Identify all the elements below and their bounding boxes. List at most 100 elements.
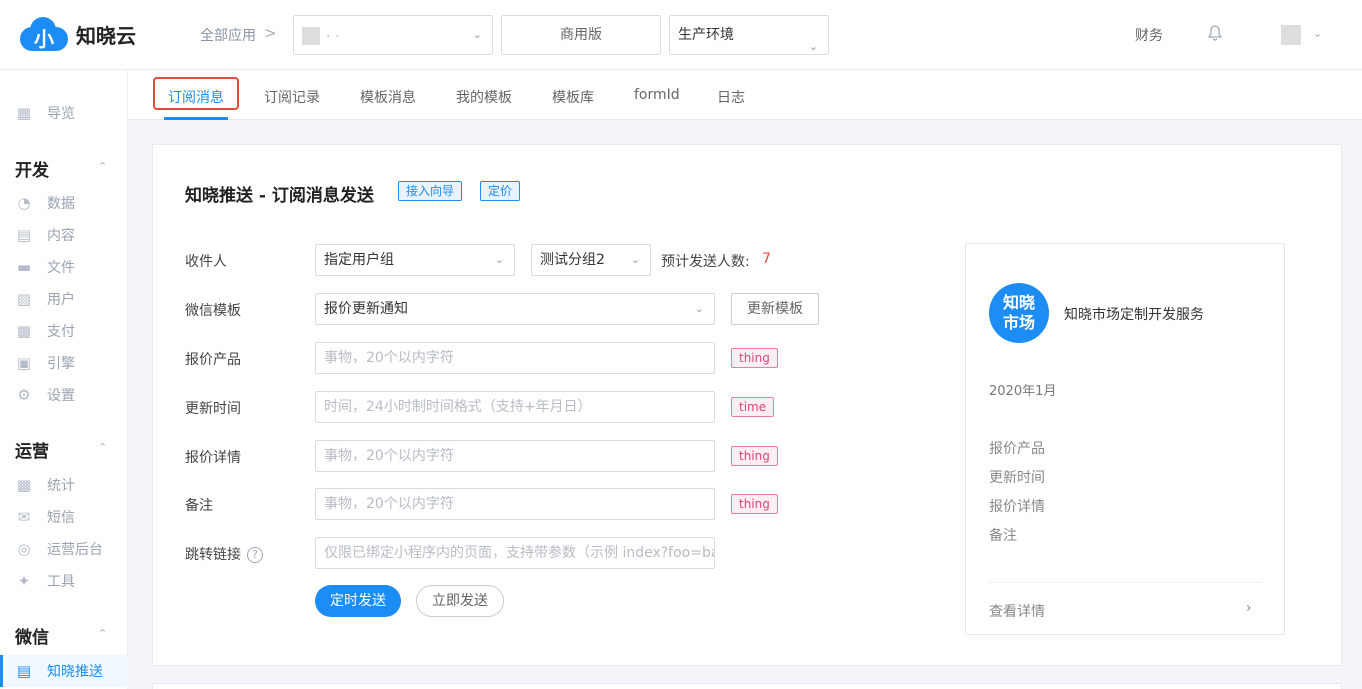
recipient-select[interactable]: 指定用户组 ⌄ <box>315 244 515 276</box>
finance-link[interactable]: 财务 <box>1135 25 1163 45</box>
preview-logo-line: 市场 <box>1002 313 1035 332</box>
sidebar-item-engine[interactable]: ▣ 引擎 <box>0 347 128 379</box>
sidebar-item-push[interactable]: ▤ 知晓推送 <box>0 655 128 687</box>
sidebar-item-overview[interactable]: ▦ 导览 <box>0 97 128 129</box>
chevron-up-icon[interactable]: ⌃ <box>98 627 107 640</box>
update-time-input[interactable]: 时间，24小时制时间格式（支持+年月日） <box>315 391 715 423</box>
sidebar-item-label: 内容 <box>47 228 75 244</box>
sidebar-item-settings[interactable]: ⚙ 设置 <box>0 379 128 411</box>
tab-template-message[interactable]: 模板消息 <box>360 87 416 107</box>
user-icon: ▨ <box>16 290 32 308</box>
logo-mark: 小 <box>34 27 54 51</box>
guide-button[interactable]: 接入向导 <box>398 181 463 201</box>
brand-logo[interactable]: 小 知晓云 <box>20 17 136 51</box>
estimated-count-value: 7 <box>762 251 771 267</box>
remark-input[interactable]: 事物，20个以内字符 <box>315 488 715 520</box>
product-input[interactable]: 事物，20个以内字符 <box>315 342 715 374</box>
field-type-tag: time <box>731 397 775 417</box>
sidebar-item-label: 短信 <box>47 510 75 526</box>
chevron-right-icon[interactable]: › <box>1246 600 1252 616</box>
group-select[interactable]: 测试分组2 ⌄ <box>531 244 651 276</box>
field-type-tag: thing <box>731 494 778 514</box>
preview-logo: 知晓 市场 <box>989 283 1049 343</box>
sidebar-item-label: 设置 <box>47 388 75 404</box>
gear-icon: ⚙ <box>17 386 31 404</box>
active-tab-indicator <box>164 117 228 120</box>
help-icon[interactable]: ? <box>247 547 263 563</box>
tab-logs[interactable]: 日志 <box>717 87 745 107</box>
grid-icon: ▦ <box>16 104 32 122</box>
field-type-tag: thing <box>731 446 778 466</box>
chevron-up-icon[interactable]: ⌃ <box>98 441 107 454</box>
chart-icon: ▣ <box>16 354 32 372</box>
breadcrumb-all-apps[interactable]: 全部应用 <box>200 25 256 45</box>
sidebar-item-label: 运营后台 <box>47 542 103 558</box>
tab-my-templates[interactable]: 我的模板 <box>456 87 512 107</box>
chevron-down-icon: ⌄ <box>630 253 640 266</box>
sidebar-item-payment[interactable]: ▩ 支付 <box>0 315 128 347</box>
recipient-label: 收件人 <box>185 254 227 270</box>
product-label: 报价产品 <box>185 352 241 368</box>
app-select-value: . . <box>326 25 340 41</box>
message-preview: 知晓 市场 知晓市场定制开发服务 2020年1月 报价产品 更新时间 报价详情 … <box>965 243 1285 635</box>
tab-template-library[interactable]: 模板库 <box>552 87 594 107</box>
bell-icon[interactable] <box>1207 25 1223 45</box>
avatar[interactable] <box>1281 25 1301 45</box>
app-thumbnail <box>302 27 320 45</box>
sidebar-item-ops-console[interactable]: ◎ 运营后台 <box>0 533 128 565</box>
scheduled-send-button[interactable]: 定时发送 <box>315 585 401 617</box>
template-value: 报价更新通知 <box>324 301 408 317</box>
update-template-button[interactable]: 更新模板 <box>731 293 819 325</box>
chevron-down-icon[interactable]: ⌄ <box>1313 27 1322 40</box>
sidebar-item-label: 导览 <box>47 106 75 122</box>
send-panel: 知晓推送 - 订阅消息发送 接入向导 定价 收件人 指定用户组 ⌄ 测试分组2 … <box>152 144 1342 666</box>
sidebar-item-content[interactable]: ▤ 内容 <box>0 219 128 251</box>
wrench-icon: ✦ <box>17 572 31 590</box>
jump-link-input[interactable]: 仅限已绑定小程序内的页面，支持带参数（示例 index?foo=ba <box>315 537 715 569</box>
app-select[interactable]: . . ⌄ <box>293 15 493 55</box>
sidebar-item-data[interactable]: ◔ 数据 <box>0 187 128 219</box>
wallet-icon: ▩ <box>16 322 32 340</box>
sidebar-item-label: 知晓推送 <box>47 664 103 680</box>
tab-subscribe-record[interactable]: 订阅记录 <box>264 87 320 107</box>
send-now-button[interactable]: 立即发送 <box>416 585 504 617</box>
sidebar-item-label: 支付 <box>47 324 75 340</box>
layout-icon: ▤ <box>16 662 32 680</box>
bar-chart-icon: ▩ <box>16 476 32 494</box>
jump-link-label: 跳转链接? <box>185 544 263 564</box>
preview-field: 报价详情 <box>989 499 1045 515</box>
version-box[interactable]: 商用版 <box>501 15 661 55</box>
next-panel <box>152 683 1342 689</box>
jump-link-label-text: 跳转链接 <box>185 547 241 563</box>
mail-icon: ✉ <box>17 508 31 526</box>
remark-label: 备注 <box>185 498 213 514</box>
update-time-label: 更新时间 <box>185 401 241 417</box>
sidebar: ▦ 导览 开发 ⌃ ◔ 数据 ▤ 内容 ▬ 文件 ▨ 用户 ▩ 支付 ▣ 引擎 ⚙ 设置 运营… <box>0 70 128 689</box>
sidebar-item-tools[interactable]: ✦ 工具 <box>0 565 128 597</box>
sidebar-item-users[interactable]: ▨ 用户 <box>0 283 128 315</box>
tab-bar: 订阅消息 订阅记录 模板消息 我的模板 模板库 formId 日志 <box>128 70 1362 120</box>
quote-detail-label: 报价详情 <box>185 450 241 466</box>
quote-detail-input[interactable]: 事物，20个以内字符 <box>315 440 715 472</box>
sidebar-item-stats[interactable]: ▩ 统计 <box>0 469 128 501</box>
group-value: 测试分组2 <box>540 252 605 268</box>
sidebar-group-wechat: 微信 <box>15 628 49 648</box>
top-header: 小 知晓云 全部应用 > . . ⌄ 商用版 生产环境 ⌄ 财务 ⌄ <box>0 0 1362 70</box>
template-select[interactable]: 报价更新通知 ⌄ <box>315 293 715 325</box>
sidebar-item-files[interactable]: ▬ 文件 <box>0 251 128 283</box>
tab-formid[interactable]: formId <box>634 87 680 103</box>
preview-field: 报价产品 <box>989 441 1045 457</box>
pricing-button[interactable]: 定价 <box>480 181 521 201</box>
template-label: 微信模板 <box>185 303 241 319</box>
chevron-up-icon[interactable]: ⌃ <box>98 160 107 173</box>
sidebar-item-label: 文件 <box>47 260 75 276</box>
recipient-value: 指定用户组 <box>324 252 394 268</box>
chevron-down-icon: ⌄ <box>694 302 704 315</box>
environment-select[interactable]: 生产环境 ⌄ <box>669 15 829 55</box>
breadcrumb-separator: > <box>264 24 277 42</box>
cloud-logo-icon: 小 <box>20 17 68 51</box>
sidebar-item-sms[interactable]: ✉ 短信 <box>0 501 128 533</box>
brand-name: 知晓云 <box>76 23 136 48</box>
view-details-link[interactable]: 查看详情 <box>989 601 1045 621</box>
estimated-count-label: 预计发送人数: <box>661 254 750 270</box>
